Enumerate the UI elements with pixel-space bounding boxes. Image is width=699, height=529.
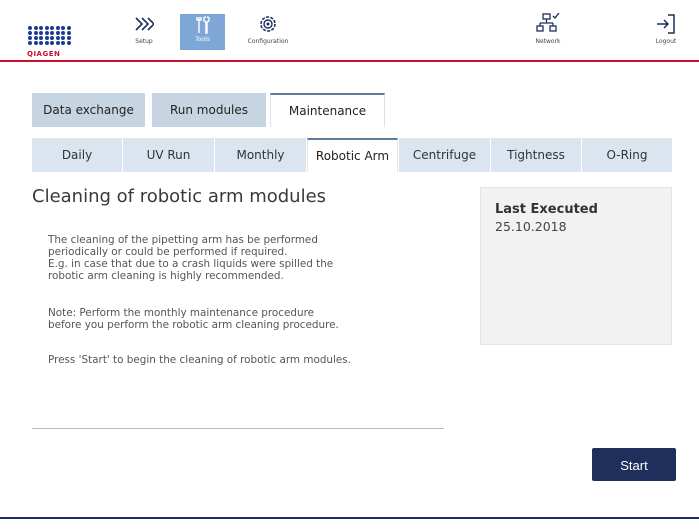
nav-configuration-button[interactable]: Configuration [238, 10, 298, 45]
subtab-o-ring[interactable]: O-Ring [582, 138, 672, 172]
nav-setup-button[interactable]: Setup [130, 10, 158, 45]
start-button[interactable]: Start [592, 448, 676, 481]
description-line: The cleaning of the pipetting arm has be… [48, 234, 318, 246]
logo-dot [66, 41, 71, 45]
logo-dot [61, 31, 65, 35]
nav-tools-label: Tools [195, 36, 210, 43]
note-line: Note: Perform the monthly maintenance pr… [48, 307, 315, 319]
logo-dot [28, 36, 32, 40]
tab-maintenance[interactable]: Maintenance [270, 93, 385, 127]
nav-network-label: Network [535, 38, 561, 45]
note-line: before you perform the robotic arm clean… [48, 319, 339, 331]
logo-dot [39, 31, 43, 35]
logo-dot [50, 41, 54, 45]
logo-dot [55, 41, 60, 45]
logo-dot [39, 36, 43, 40]
nav-configuration-label: Configuration [247, 38, 289, 45]
logo-dot [61, 41, 65, 45]
logo-dot [50, 26, 54, 30]
last-executed-label: Last Executed [495, 202, 598, 217]
chevrons-right-icon [130, 10, 158, 38]
logo-dot [55, 36, 60, 40]
subtab-tightness[interactable]: Tightness [491, 138, 581, 172]
logo-dot [44, 36, 49, 40]
nav-network-button[interactable]: Network [528, 10, 568, 45]
content-divider [32, 428, 444, 429]
logo-text: QIAGEN [27, 50, 61, 58]
logo-dot [39, 26, 43, 30]
logo-dot [28, 31, 32, 35]
footer-divider [0, 517, 699, 519]
nav-setup-label: Setup [135, 38, 153, 45]
subtab-monthly[interactable]: Monthly [215, 138, 306, 172]
logo-dot [28, 41, 32, 45]
top-bar: QIAGEN Setup Tools Configuration Network… [0, 0, 699, 64]
header-divider [0, 60, 699, 62]
logo-dot [28, 26, 32, 30]
nav-logout-button[interactable]: Logout [646, 10, 686, 45]
subtab-uv-run[interactable]: UV Run [123, 138, 214, 172]
logout-icon [646, 10, 686, 38]
maintenance-subtabs: Daily UV Run Monthly Robotic Arm Centrif… [32, 138, 672, 172]
network-icon [528, 10, 568, 38]
subtab-centrifuge[interactable]: Centrifuge [399, 138, 490, 172]
description-line: periodically or could be performed if re… [48, 246, 288, 258]
logo-dot [61, 26, 65, 30]
logo-dot [44, 26, 49, 30]
logo-dot [55, 26, 60, 30]
logo-dot [33, 41, 38, 45]
description-line: robotic arm cleaning is highly recommend… [48, 270, 284, 282]
logo-dot [66, 26, 71, 30]
instruction-line: Press 'Start' to begin the cleaning of r… [48, 354, 351, 366]
page-title: Cleaning of robotic arm modules [32, 186, 327, 207]
tools-icon [180, 14, 225, 36]
last-executed-date: 25.10.2018 [495, 219, 567, 234]
logo-dot [50, 36, 54, 40]
description-line: E.g. in case that due to a crash liquids… [48, 258, 334, 270]
subtab-daily[interactable]: Daily [32, 138, 122, 172]
nav-tools-button[interactable]: Tools [180, 14, 225, 50]
logo-dot [33, 36, 38, 40]
logo-dot [44, 31, 49, 35]
logo-dot [66, 31, 71, 35]
logo-dot [66, 36, 71, 40]
tab-run-modules[interactable]: Run modules [152, 93, 266, 127]
tab-data-exchange[interactable]: Data exchange [32, 93, 145, 127]
logo-dot [61, 36, 65, 40]
last-executed-panel: Last Executed 25.10.2018 [480, 187, 672, 345]
logo-dot [55, 31, 60, 35]
qiagen-logo: QIAGEN [25, 26, 77, 64]
gear-icon [238, 10, 298, 38]
logo-dot [44, 41, 49, 45]
logo-dot [39, 41, 43, 45]
nav-logout-label: Logout [655, 38, 677, 45]
subtab-robotic-arm[interactable]: Robotic Arm [307, 138, 398, 172]
logo-dot [33, 31, 38, 35]
logo-dot [33, 26, 38, 30]
logo-dots [28, 26, 74, 48]
logo-dot [50, 31, 54, 35]
